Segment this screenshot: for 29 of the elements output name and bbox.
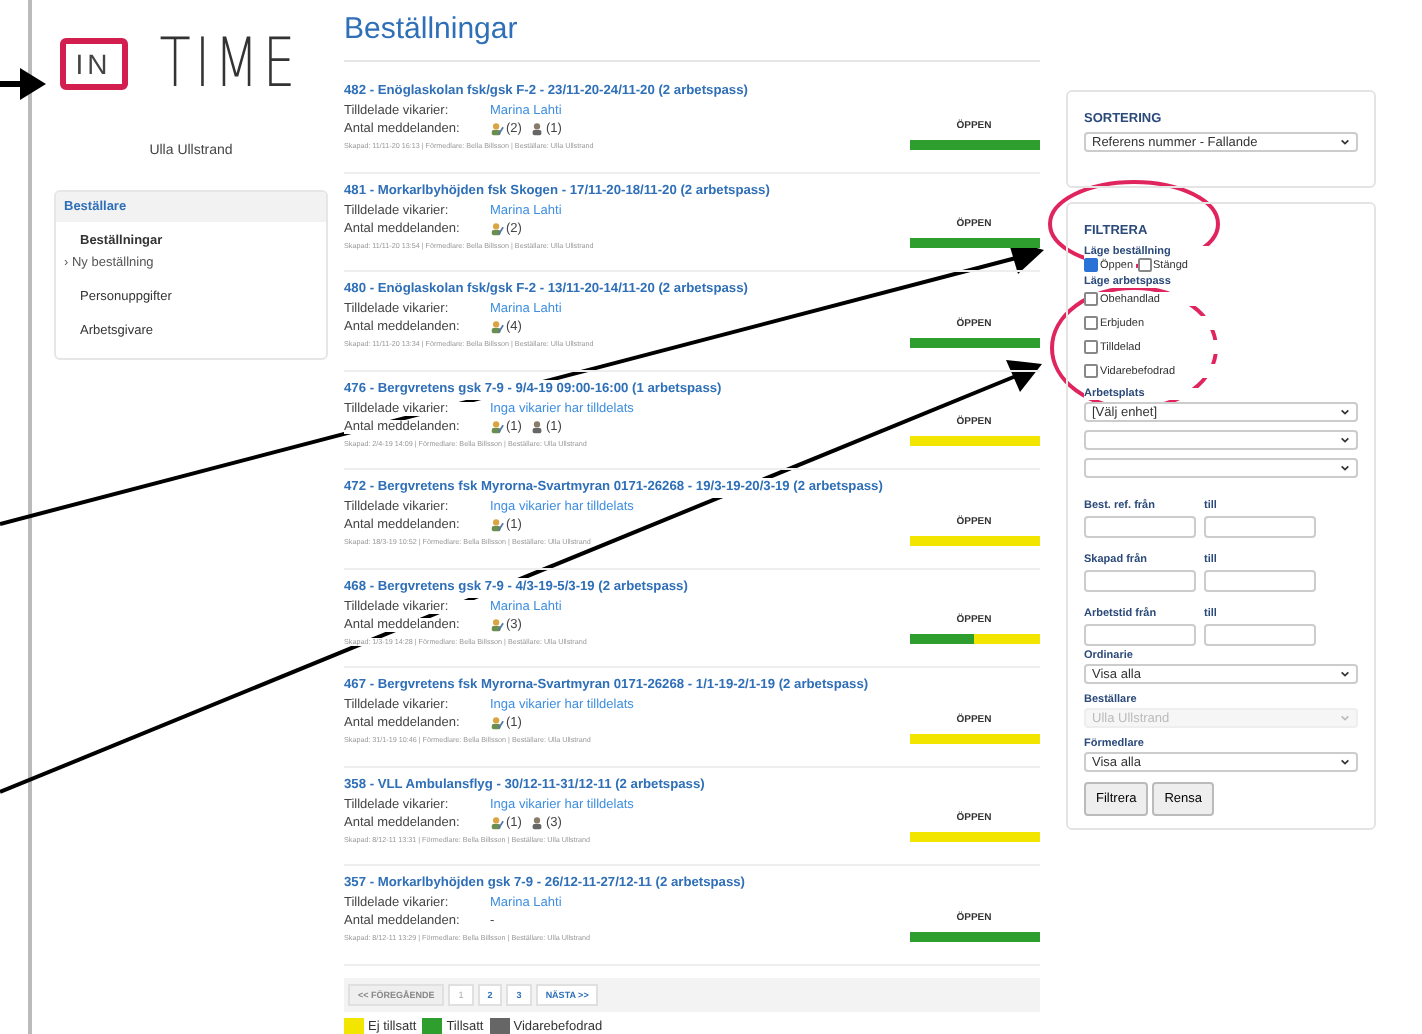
caret-icon — [1340, 138, 1350, 146]
caret-icon — [1340, 464, 1350, 472]
person-icon — [529, 122, 544, 136]
person-pencil-icon — [490, 716, 504, 730]
person-pencil-icon — [490, 221, 504, 235]
caret-icon — [1340, 758, 1350, 766]
person-icon — [529, 815, 544, 829]
input-field[interactable] — [1084, 570, 1196, 592]
person-pencil-icon — [490, 320, 504, 334]
input-field[interactable] — [1204, 624, 1316, 646]
workplace-select[interactable] — [1084, 430, 1358, 450]
person-pencil-icon — [490, 518, 504, 532]
input-field[interactable] — [1084, 516, 1196, 538]
input-field[interactable] — [1204, 570, 1316, 592]
person-pencil-icon — [490, 815, 504, 829]
caret-icon — [1340, 408, 1350, 416]
logo: IN TIME — [54, 20, 328, 108]
person-icon — [529, 419, 544, 433]
person-pencil-icon — [490, 617, 504, 631]
input-field[interactable] — [1084, 624, 1196, 646]
workplace-select[interactable] — [1084, 458, 1358, 478]
person-pencil-icon — [490, 419, 504, 433]
page-title: Beställningar — [344, 12, 1040, 62]
caret-icon — [1340, 714, 1350, 722]
annotation-arrow — [0, 68, 46, 100]
person-pencil-icon — [490, 122, 504, 136]
caret-icon — [1340, 670, 1350, 678]
caret-icon — [1340, 436, 1350, 444]
input-field[interactable] — [1204, 516, 1316, 538]
